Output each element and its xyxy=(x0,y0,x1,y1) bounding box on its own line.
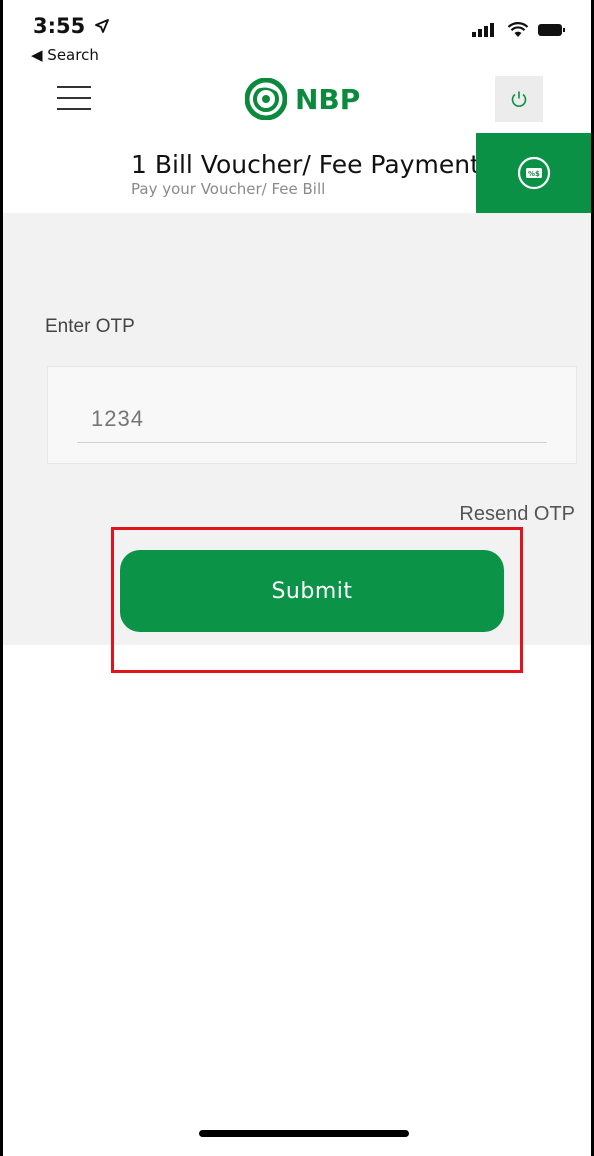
resend-otp-link[interactable]: Resend OTP xyxy=(459,503,575,526)
power-button[interactable] xyxy=(495,76,543,122)
svg-text:%$: %$ xyxy=(528,170,540,178)
logo-text: NBP xyxy=(295,82,361,116)
back-to-search-link[interactable]: ◀ Search xyxy=(31,46,99,64)
phone-screen: 3:55 ◀ Search NBP 1 Bill Voucher/ Fee Pa… xyxy=(3,0,591,1156)
signal-icon xyxy=(472,23,494,37)
status-time: 3:55 xyxy=(33,14,109,38)
wifi-icon xyxy=(507,22,529,37)
nbp-logo: NBP xyxy=(245,78,360,120)
otp-input[interactable] xyxy=(77,395,547,443)
frame-edge-left xyxy=(0,0,3,1156)
bill-icon: %$ xyxy=(517,156,550,190)
hamburger-icon[interactable] xyxy=(57,86,91,110)
page-subtitle: Pay your Voucher/ Fee Bill xyxy=(131,180,326,198)
page-title: 1 Bill Voucher/ Fee Payment xyxy=(131,150,480,179)
submit-button[interactable]: Submit xyxy=(120,550,504,632)
otp-label: Enter OTP xyxy=(45,316,135,337)
status-icons xyxy=(471,22,567,38)
location-arrow-icon xyxy=(94,19,109,33)
bill-tab[interactable]: %$ xyxy=(476,133,591,213)
nbp-logo-mark-icon xyxy=(245,78,287,120)
battery-icon xyxy=(538,24,565,36)
status-time-text: 3:55 xyxy=(33,14,86,38)
home-indicator[interactable] xyxy=(199,1130,409,1137)
power-icon xyxy=(511,91,527,107)
